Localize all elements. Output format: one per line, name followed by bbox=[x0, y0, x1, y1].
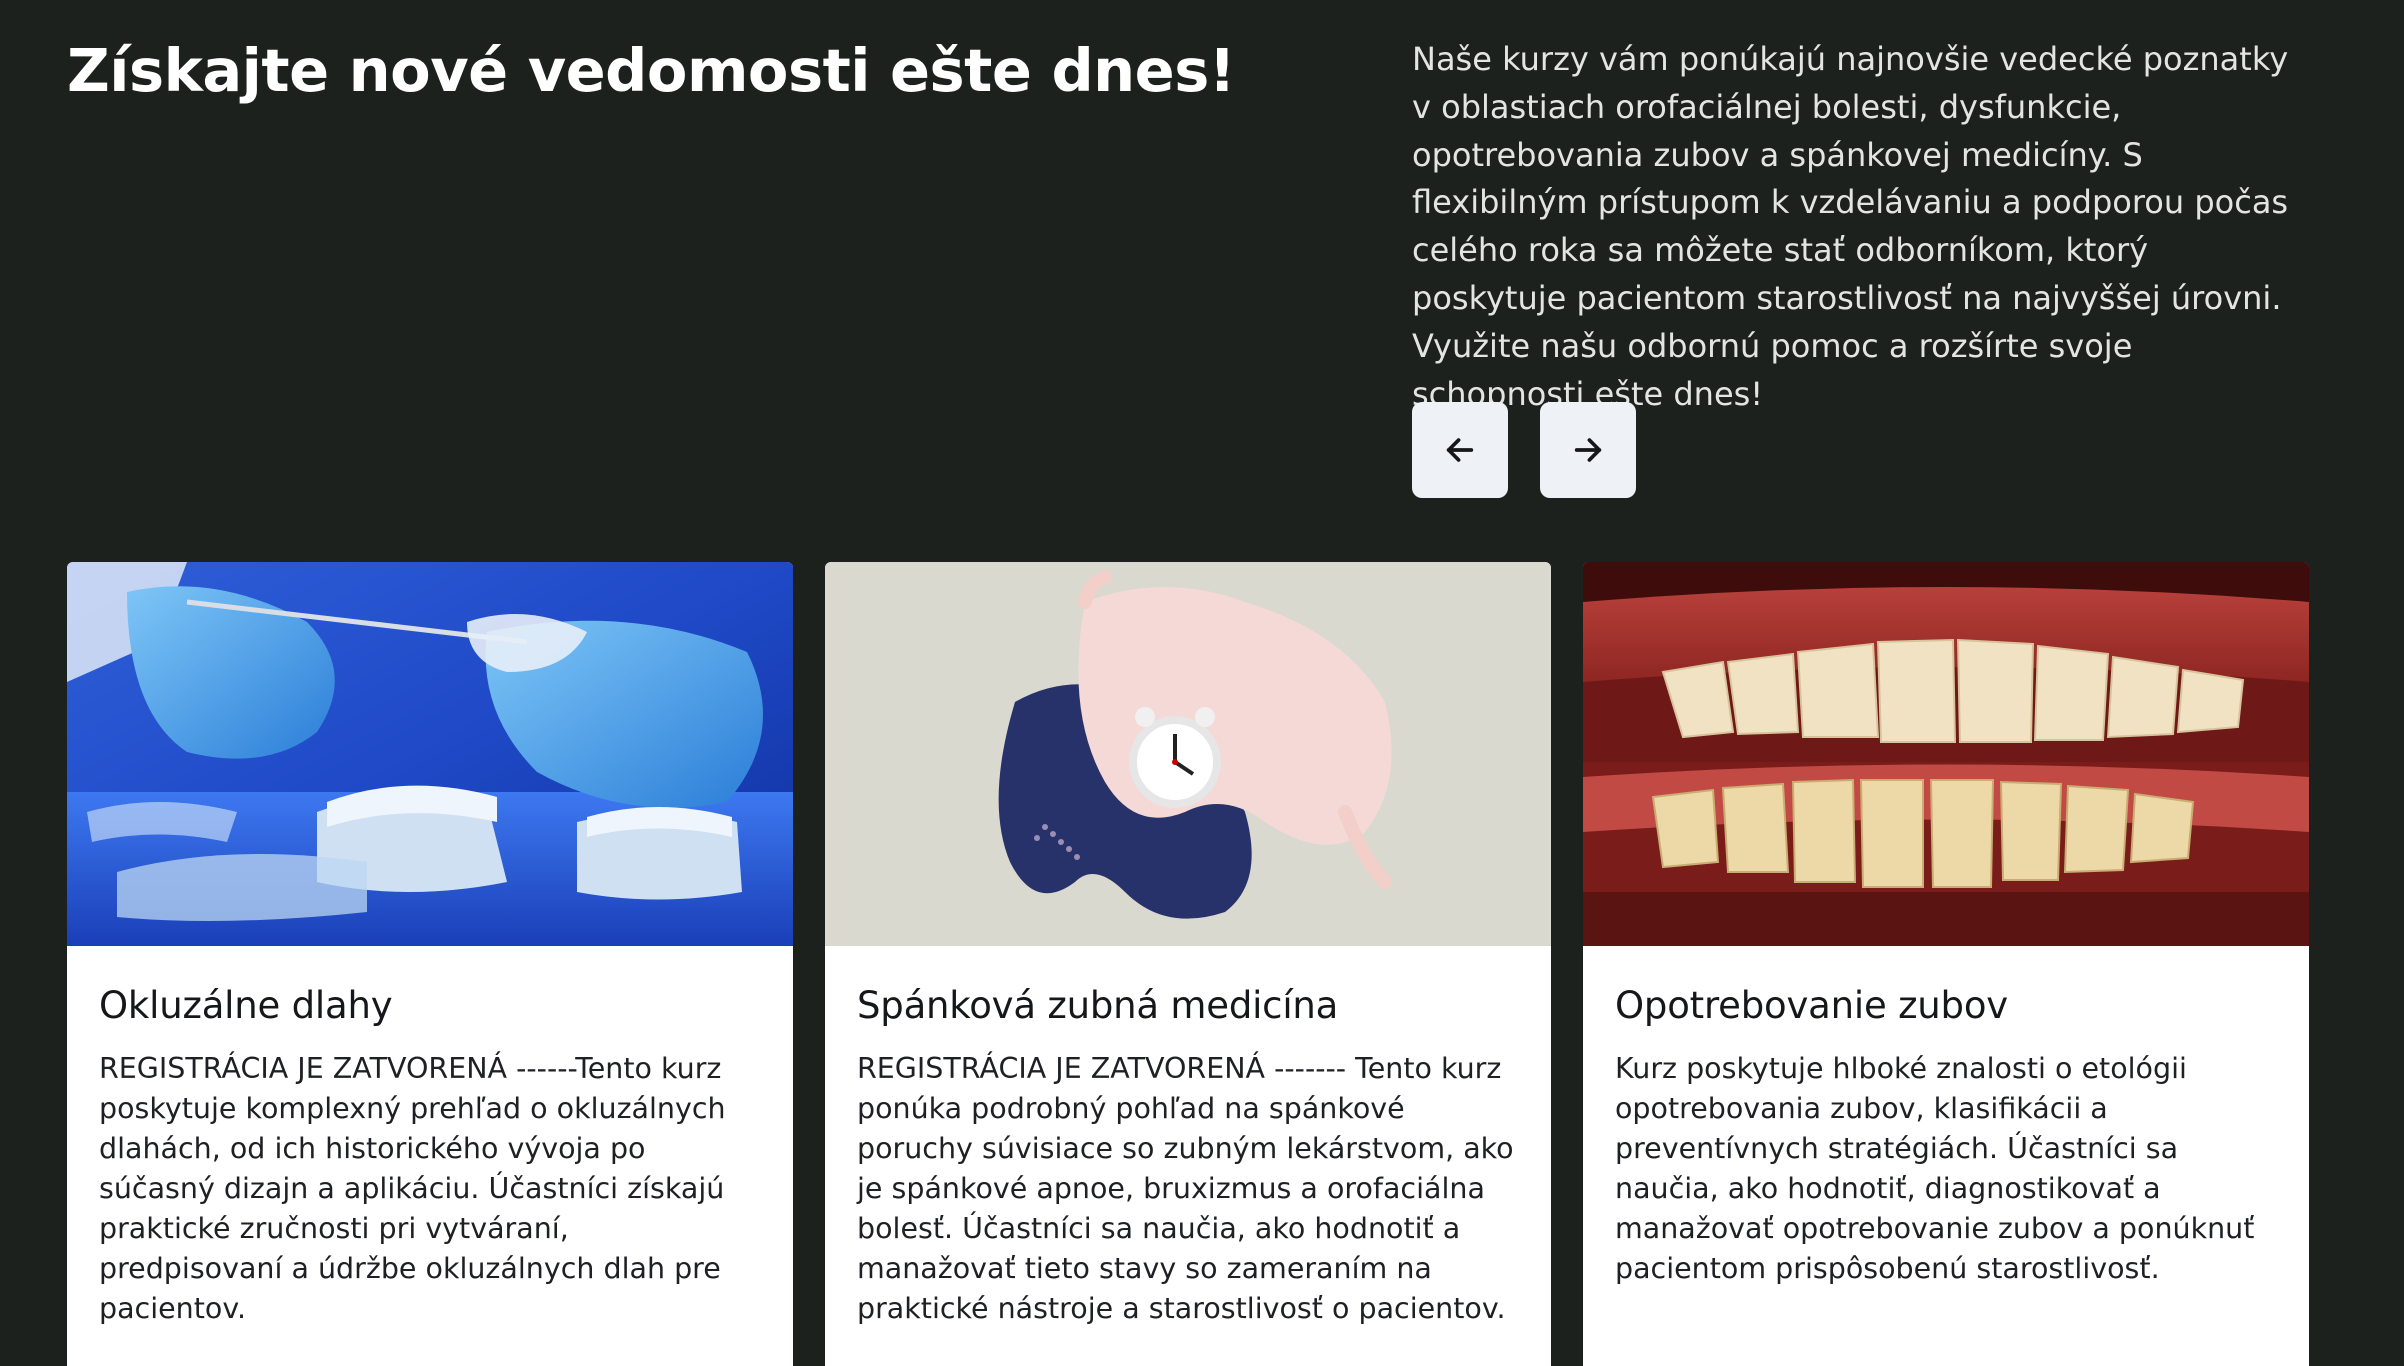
carousel-prev-button[interactable] bbox=[1412, 402, 1508, 498]
course-image-worn-teeth bbox=[1583, 562, 2309, 946]
carousel-next-button[interactable] bbox=[1540, 402, 1636, 498]
course-card-occlusal-splints[interactable]: Okluzálne dlahy REGISTRÁCIA JE ZATVORENÁ… bbox=[67, 562, 793, 1366]
course-description: Kurz poskytuje hlboké znalosti o etológi… bbox=[1615, 1052, 2255, 1285]
course-title[interactable]: Spánková zubná medicína bbox=[857, 984, 1519, 1027]
section-title: Získajte nové vedomosti ešte dnes! bbox=[67, 36, 1236, 105]
course-image-sleep-mask bbox=[825, 562, 1551, 946]
course-card-sleep-dental-medicine[interactable]: Spánková zubná medicína REGISTRÁCIA JE Z… bbox=[825, 562, 1551, 1366]
course-image-dental-splints bbox=[67, 562, 793, 946]
course-description: REGISTRÁCIA JE ZATVORENÁ ------Tento kur… bbox=[99, 1052, 726, 1325]
arrow-right-icon bbox=[1574, 438, 1602, 462]
arrow-left-icon bbox=[1446, 438, 1474, 462]
courses-section: Získajte nové vedomosti ešte dnes! Naše … bbox=[0, 0, 2404, 1366]
section-description: Naše kurzy vám ponúkajú najnovšie vedeck… bbox=[1412, 40, 2289, 413]
course-title[interactable]: Okluzálne dlahy bbox=[99, 984, 761, 1027]
course-card-tooth-wear[interactable]: Opotrebovanie zubov Kurz poskytuje hlbok… bbox=[1583, 562, 2309, 1366]
course-title[interactable]: Opotrebovanie zubov bbox=[1615, 984, 2277, 1027]
course-description: REGISTRÁCIA JE ZATVORENÁ ------- Tento k… bbox=[857, 1052, 1514, 1325]
